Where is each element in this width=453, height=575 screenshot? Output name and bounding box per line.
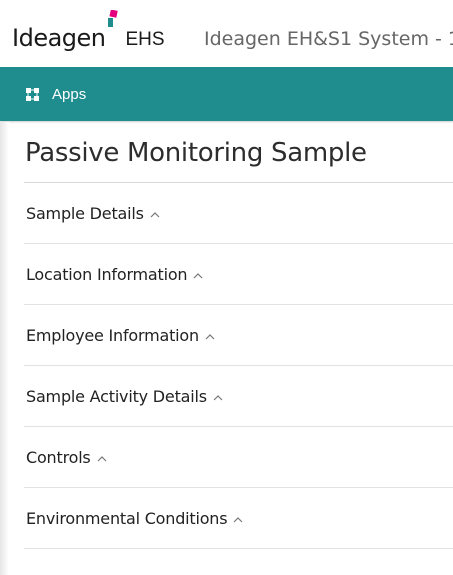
logo-ehs-text: EHS	[125, 29, 165, 50]
section-sample-activity-details[interactable]: Sample Activity Details	[24, 366, 453, 427]
ideagen-logo[interactable]: Ideagen EHS	[12, 10, 165, 52]
section-employee-information[interactable]: Employee Information	[24, 305, 453, 366]
logo-wordmark: Ideagen	[12, 24, 106, 52]
apps-link[interactable]: Apps	[52, 86, 86, 103]
chevron-up-icon[interactable]	[193, 272, 203, 279]
section-label: Controls	[26, 447, 91, 467]
section-label: Environmental Conditions	[26, 508, 228, 528]
apps-grid-icon[interactable]	[26, 87, 39, 101]
section-label: Sample Details	[26, 203, 144, 223]
section-label: Location Information	[26, 264, 188, 284]
section-location-information[interactable]: Location Information	[24, 244, 453, 305]
section-list: Sample Details Location Information Empl…	[24, 182, 453, 549]
chevron-up-icon[interactable]	[205, 333, 215, 340]
chevron-up-icon[interactable]	[150, 211, 160, 218]
system-title: Ideagen EH&S1 System - 1	[204, 28, 453, 50]
section-sample-details[interactable]: Sample Details	[24, 183, 453, 244]
logo-mark-icon	[107, 10, 118, 27]
chevron-up-icon[interactable]	[213, 394, 223, 401]
section-label: Sample Activity Details	[26, 386, 207, 406]
chevron-up-icon[interactable]	[233, 516, 243, 523]
chevron-up-icon[interactable]	[97, 455, 107, 462]
section-controls[interactable]: Controls	[24, 427, 453, 488]
top-header: Ideagen EHS Ideagen EH&S1 System - 1	[0, 0, 453, 67]
page-title: Passive Monitoring Sample	[25, 138, 367, 168]
page-content: Passive Monitoring Sample Sample Details…	[0, 121, 453, 549]
apps-bar: Apps	[0, 67, 453, 121]
section-environmental-conditions[interactable]: Environmental Conditions	[24, 488, 453, 549]
section-label: Employee Information	[26, 325, 199, 345]
